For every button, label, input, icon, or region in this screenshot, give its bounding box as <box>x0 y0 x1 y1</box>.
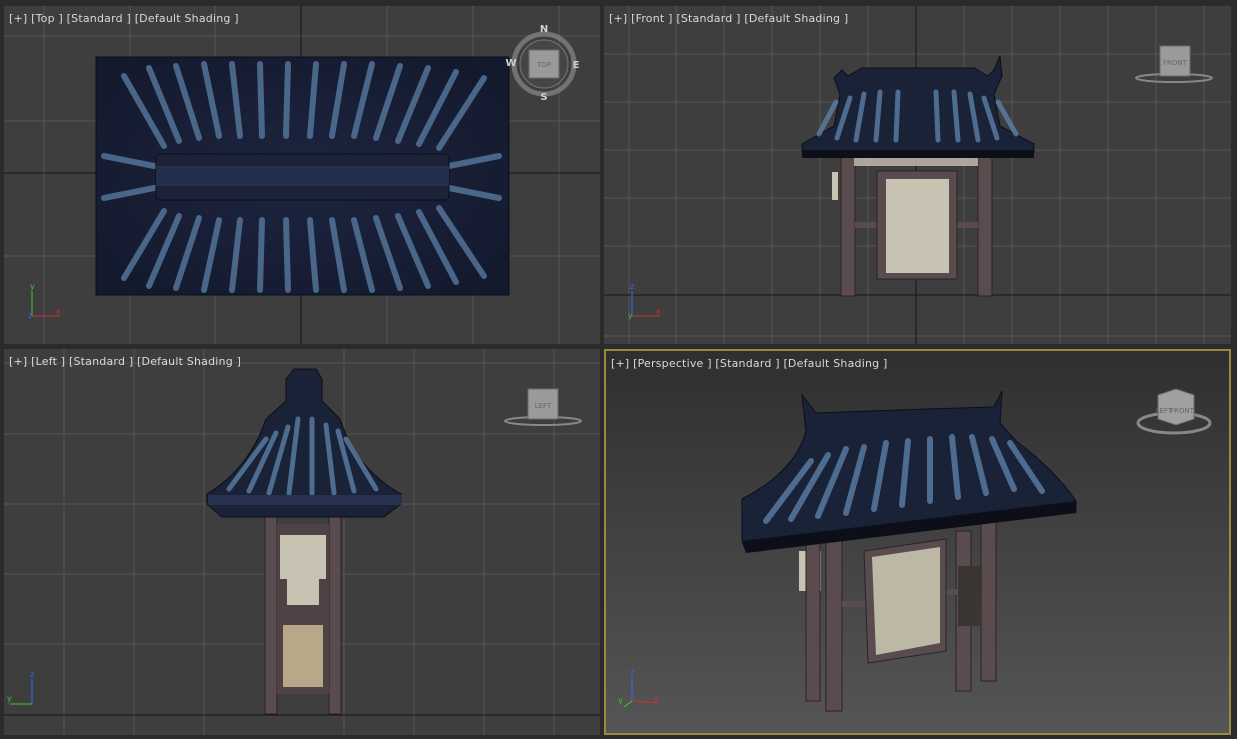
viewport-top[interactable]: TOP N S E W y x z [+] [Top ] [Standard ]… <box>4 6 600 344</box>
viewport-mode[interactable]: [Standard ] <box>676 12 740 25</box>
viewport-menu-plus[interactable]: [+] <box>9 355 27 368</box>
gate-left-view[interactable] <box>206 368 402 715</box>
front-viewport-canvas[interactable]: FRONT z x y <box>604 6 1231 344</box>
viewport-mode[interactable]: [Standard ] <box>69 355 133 368</box>
axis-label: x <box>656 307 661 316</box>
roof-top-view[interactable] <box>95 56 510 296</box>
axis-label: z <box>30 670 34 679</box>
viewport-point-of-view[interactable]: [Perspective ] <box>633 357 712 370</box>
top-viewport-canvas[interactable]: TOP N S E W y x z <box>4 6 600 344</box>
viewport-front[interactable]: FRONT z x y [+] [Front ] [Standard ] [De… <box>604 6 1231 344</box>
viewport-shading[interactable]: [Default Shading ] <box>783 357 887 370</box>
viewport-left[interactable]: LEFT z y [+] [Left ] [Standard ] [Defaul… <box>4 349 600 735</box>
left-viewport-canvas[interactable]: LEFT z y <box>4 349 600 735</box>
axis-label: x <box>56 307 61 316</box>
axis-label: z <box>630 668 634 677</box>
viewport-mode[interactable]: [Standard ] <box>715 357 779 370</box>
viewcube-face-top[interactable]: TOP <box>536 61 551 69</box>
viewport-menu-plus[interactable]: [+] <box>9 12 27 25</box>
viewport-label-left[interactable]: [+] [Left ] [Standard ] [Default Shading… <box>9 355 241 368</box>
axis-label: y <box>628 311 633 320</box>
axis-tripod-perspective: z x y <box>618 668 659 708</box>
axis-label: y <box>618 696 623 705</box>
viewport-perspective[interactable]: FRONT LEFT z x y [+] [Perspective ] [Sta… <box>604 349 1231 735</box>
viewport-point-of-view[interactable]: [Front ] <box>631 12 673 25</box>
axis-label: y <box>30 282 35 291</box>
viewport-shading[interactable]: [Default Shading ] <box>744 12 848 25</box>
viewport-shading[interactable]: [Default Shading ] <box>135 12 239 25</box>
axis-label: y <box>7 694 12 703</box>
viewport-menu-plus[interactable]: [+] <box>609 12 627 25</box>
axis-label: x <box>654 694 659 703</box>
viewcube-left[interactable]: LEFT <box>504 388 582 426</box>
viewcube-face-front[interactable]: FRONT <box>1163 59 1188 67</box>
axis-tripod-front: z x y <box>628 282 661 320</box>
viewport-point-of-view[interactable]: [Left ] <box>31 355 65 368</box>
viewport-label-top[interactable]: [+] [Top ] [Standard ] [Default Shading … <box>9 12 239 25</box>
viewport-label-perspective[interactable]: [+] [Perspective ] [Standard ] [Default … <box>611 357 888 370</box>
gate-front-view[interactable] <box>801 55 1035 297</box>
compass-east: E <box>573 60 580 71</box>
viewcube-face-front[interactable]: FRONT <box>1170 407 1195 415</box>
compass-south: S <box>540 92 547 103</box>
axis-label: z <box>28 311 32 320</box>
viewport-label-front[interactable]: [+] [Front ] [Standard ] [Default Shadin… <box>609 12 848 25</box>
viewport-mode[interactable]: [Standard ] <box>67 12 131 25</box>
viewport-shading[interactable]: [Default Shading ] <box>137 355 241 368</box>
viewport-point-of-view[interactable]: [Top ] <box>31 12 63 25</box>
compass-north: N <box>540 24 548 35</box>
viewcube-front[interactable]: FRONT <box>1135 45 1213 83</box>
viewcube-face-left[interactable]: LEFT <box>1156 407 1173 415</box>
axis-tripod-left: z y <box>7 670 34 705</box>
gate-perspective-view[interactable] <box>741 390 1077 712</box>
axis-label: z <box>630 282 634 291</box>
perspective-viewport-canvas[interactable]: FRONT LEFT z x y <box>606 351 1229 733</box>
viewport-menu-plus[interactable]: [+] <box>611 357 629 370</box>
compass-west: W <box>505 58 516 69</box>
viewcube-perspective[interactable]: FRONT LEFT <box>1136 388 1212 435</box>
viewcube-face-left[interactable]: LEFT <box>535 402 552 410</box>
